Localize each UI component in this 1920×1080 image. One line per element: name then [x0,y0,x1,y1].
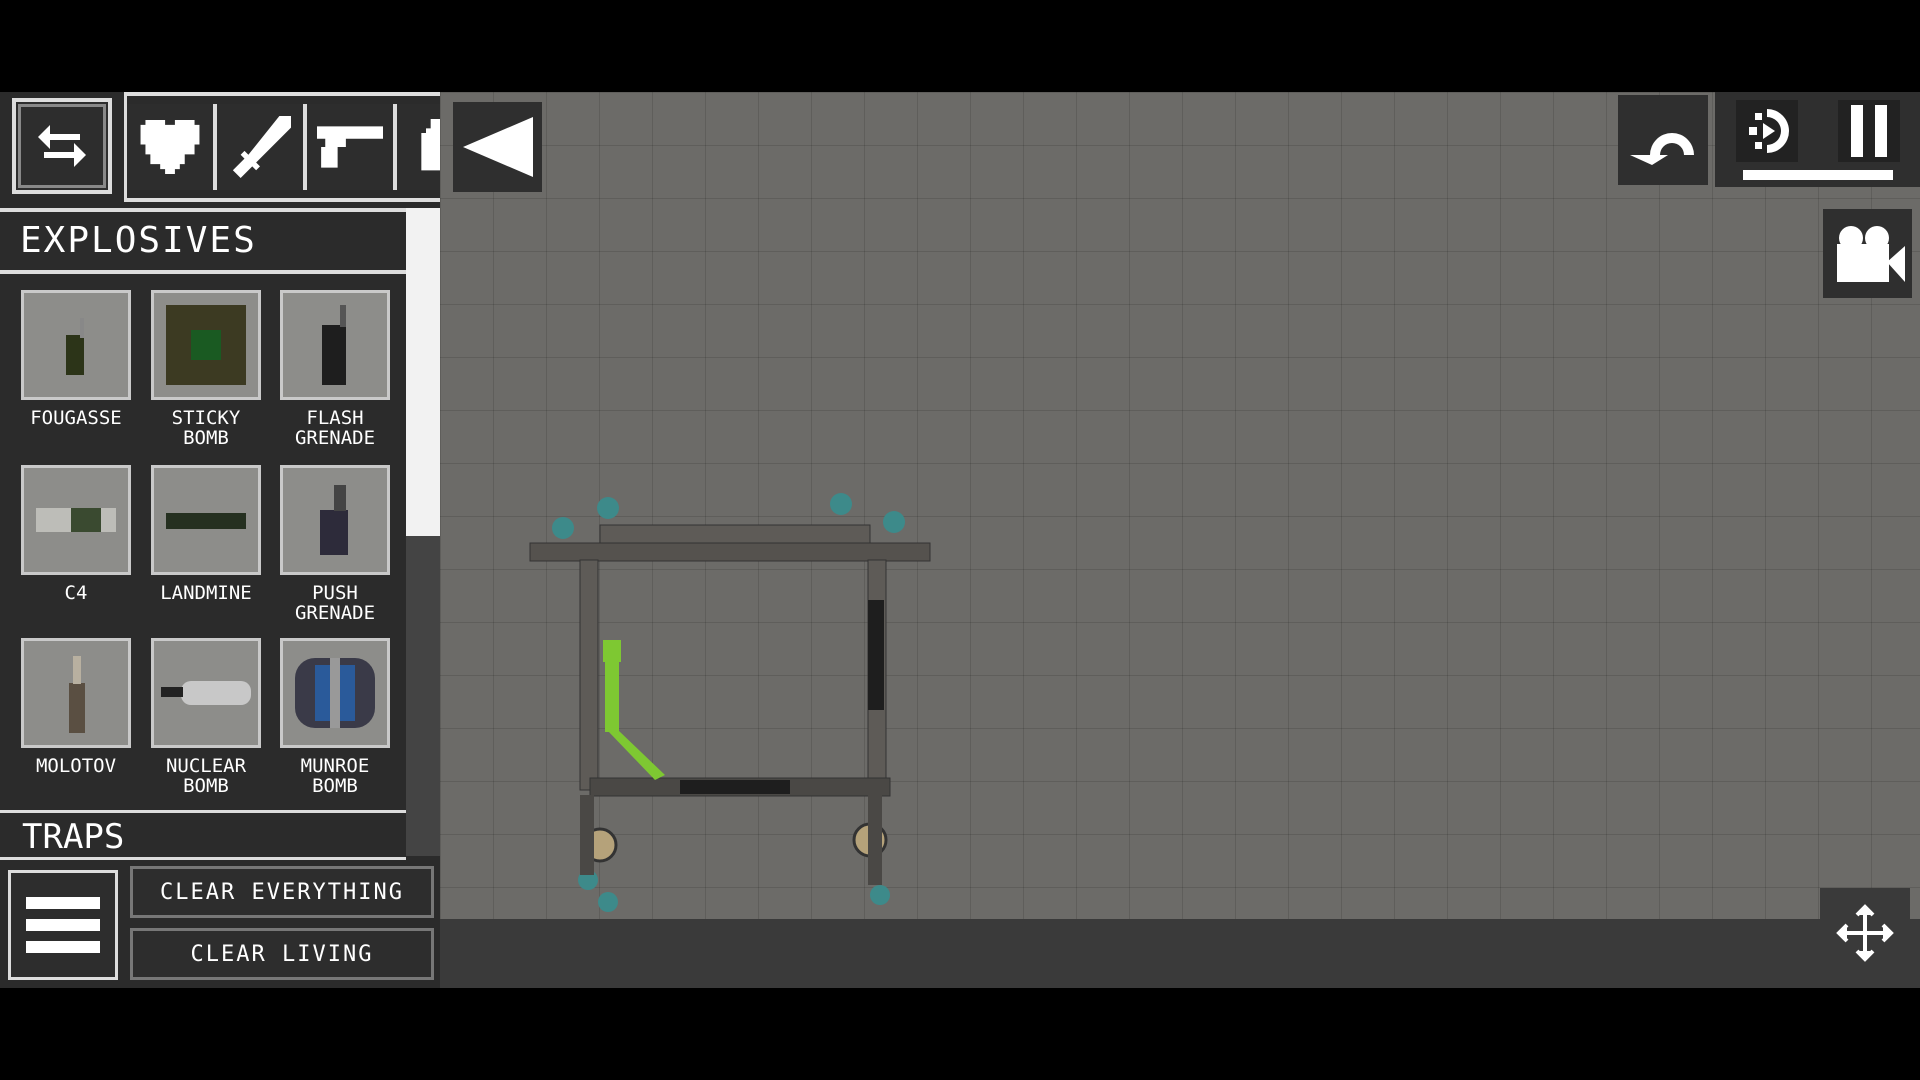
slow-motion-button[interactable] [1736,100,1798,162]
category-traps[interactable]: TRAPS [0,810,406,860]
tab-biohazard-life[interactable] [127,104,217,190]
top-beam-upper[interactable] [599,524,871,544]
pause-button[interactable] [1838,100,1900,162]
move-icon [1836,904,1894,962]
move-button[interactable] [1820,888,1910,978]
time-scale-bar[interactable] [1743,170,1893,180]
swap-button[interactable] [12,98,112,194]
pause-icon [1851,105,1887,157]
triangle-left-icon [462,117,533,177]
left-post[interactable] [579,559,599,791]
category-tabs [124,92,440,202]
undo-button[interactable] [1618,95,1708,185]
tab-firearms[interactable] [307,104,397,190]
top-beam[interactable] [529,542,931,562]
item-sticky-bomb[interactable]: STICKY BOMB [142,290,270,448]
scrollbar-track[interactable] [406,536,440,856]
grenade-icon [421,119,440,171]
contraption[interactable] [440,92,1920,988]
sword-icon [232,116,291,178]
item-landmine[interactable]: LANDMINE [142,465,270,603]
pistol-icon [317,126,383,168]
clear-living-button[interactable]: CLEAR LIVING [130,928,434,980]
undo-icon [1630,133,1694,165]
item-molotov[interactable]: MOLOTOV [12,638,140,776]
camera-icon [1836,225,1905,282]
item-c4[interactable]: C4 [12,465,140,603]
wheels [582,822,888,863]
item-push-grenade[interactable]: PUSH GRENADE [271,465,399,623]
ragdoll-melon[interactable] [603,640,665,780]
collapse-panel-button[interactable] [453,102,542,192]
scrollbar-thumb[interactable] [406,208,440,536]
item-munroe-bomb[interactable]: MUNROE BOMB [271,638,399,796]
menu-button[interactable] [8,870,118,980]
hamburger-icon [26,897,100,953]
clear-everything-button[interactable]: CLEAR EVERYTHING [130,866,434,918]
category-title: EXPLOSIVES [0,208,406,274]
slow-motion-icon [1749,109,1789,153]
sandbox-world[interactable] [440,92,1920,988]
tab-explosives[interactable] [397,104,440,190]
item-nuclear-bomb[interactable]: NUCLEAR BOMB [142,638,270,796]
ground [440,919,1920,988]
swap-arrows-icon [38,125,86,167]
heart-icon [140,120,200,174]
time-controls [1715,92,1920,187]
item-flash-grenade[interactable]: FLASH GRENADE [271,290,399,448]
tab-melee[interactable] [217,104,307,190]
camera-button[interactable] [1823,209,1912,298]
item-fougasse[interactable]: FOUGASSE [12,290,140,428]
